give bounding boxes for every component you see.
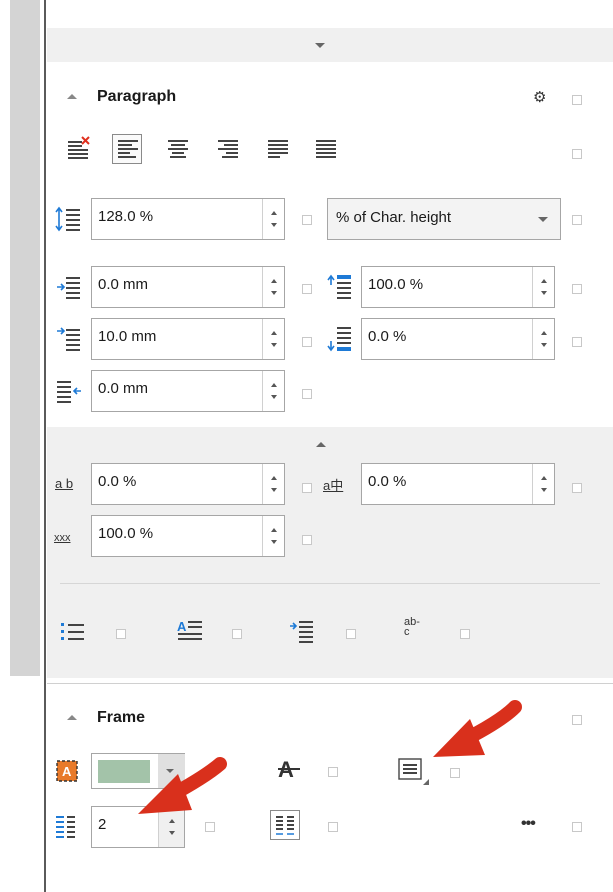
distribute-button[interactable] [314,137,342,165]
spacing-above-spinbox[interactable]: 100.0 % [361,266,555,308]
indent-before-checkbox[interactable] [302,284,312,294]
text-outline-icon[interactable]: A [276,756,302,786]
indent-after-checkbox[interactable] [302,389,312,399]
column-spacing-checkbox[interactable] [328,822,338,832]
collapse-paragraph-icon[interactable] [67,94,77,99]
drop-caps-checkbox[interactable] [232,629,242,639]
char-scale-icon: xxx [54,528,71,545]
tab-indent-icon[interactable] [289,618,317,648]
hyphenation-glyph-bottom: c [404,626,410,638]
indent-after-spinbox[interactable]: 0.0 mm [91,370,285,412]
justify-button[interactable] [266,137,294,165]
align-left-button[interactable] [112,134,142,164]
indent-after-value[interactable]: 0.0 mm [98,380,148,397]
columns-value[interactable]: 2 [98,816,106,833]
indent-after-icon [55,379,85,409]
align-center-button[interactable] [166,137,194,165]
drop-caps-icon[interactable]: A [176,618,206,648]
char-scale-value[interactable]: 100.0 % [98,525,153,542]
section-separator [60,583,600,584]
align-right-button[interactable] [216,137,244,165]
collapsed-section-bar[interactable] [47,28,613,62]
bullet-list-icon[interactable] [60,620,86,648]
no-alignment-icon[interactable] [66,136,94,164]
hyphenation-checkbox[interactable] [460,629,470,639]
column-spacing-icon[interactable] [270,810,300,840]
frame-fill-icon: A [56,760,78,786]
vertical-scrollbar[interactable] [10,0,40,676]
indent-before-spinbox[interactable]: 0.0 mm [91,266,285,308]
alignment-checkbox[interactable] [572,149,582,159]
indent-before-icon [55,275,85,305]
char-spacing-asian-checkbox[interactable] [572,483,582,493]
more-options-checkbox[interactable] [572,822,582,832]
frame-more-checkbox[interactable] [572,715,582,725]
line-spacing-value[interactable]: 128.0 % [98,208,153,225]
line-spacing-unit-value: % of Char. height [336,209,452,226]
spacing-above-icon [323,273,355,305]
columns-icon [55,814,77,844]
first-line-indent-icon [55,327,85,357]
line-spacing-icon [55,205,85,239]
char-scale-spinbox[interactable]: 100.0 % [91,515,285,557]
spacing-below-spinbox[interactable]: 0.0 % [361,318,555,360]
bullet-list-checkbox[interactable] [116,629,126,639]
paragraph-more-checkbox[interactable] [572,95,582,105]
expand-down-icon[interactable] [315,43,325,48]
spacing-above-value[interactable]: 100.0 % [368,276,423,293]
char-spacing-glyph: a b [55,476,74,491]
line-spacing-unit-checkbox[interactable] [572,215,582,225]
chevron-down-icon[interactable] [538,217,548,222]
svg-text:A: A [177,619,187,634]
tab-indent-checkbox[interactable] [346,629,356,639]
svg-text:A: A [62,764,72,779]
spacing-above-checkbox[interactable] [572,284,582,294]
line-spacing-unit-select[interactable]: % of Char. height [327,198,561,240]
char-spacing-asian-icon: a中 [323,475,361,494]
more-options-button[interactable]: ••• [521,815,536,833]
panel-rule [47,683,613,684]
char-spacing-asian-spinbox[interactable]: 0.0 % [361,463,555,505]
collapse-up-icon[interactable] [316,442,326,447]
char-spacing-value[interactable]: 0.0 % [98,473,136,490]
hyphenation-icon[interactable]: ab- c [404,617,420,638]
gear-icon[interactable]: ⚙ [533,88,546,106]
annotation-arrow-frame-properties [425,697,525,771]
char-spacing-asian-value[interactable]: 0.0 % [368,473,406,490]
frame-section-title: Frame [97,709,146,726]
line-spacing-checkbox[interactable] [302,215,312,225]
char-scale-checkbox[interactable] [302,535,312,545]
paragraph-section-title: Paragraph [97,88,177,105]
annotation-arrow-columns [130,752,230,826]
first-line-indent-checkbox[interactable] [302,337,312,347]
char-scale-glyph: xxx [54,532,71,544]
collapse-frame-icon[interactable] [67,715,77,720]
char-spacing-checkbox[interactable] [302,483,312,493]
spacing-below-value[interactable]: 0.0 % [368,328,406,345]
first-line-indent-value[interactable]: 10.0 mm [98,328,156,345]
text-outline-checkbox[interactable] [328,767,338,777]
char-spacing-icon: a b [55,475,91,492]
indent-before-value[interactable]: 0.0 mm [98,276,148,293]
panel-divider [44,0,46,892]
line-spacing-spinbox[interactable]: 128.0 % [91,198,285,240]
first-line-indent-spinbox[interactable]: 10.0 mm [91,318,285,360]
char-spacing-asian-glyph: a中 [323,478,344,493]
spacing-below-checkbox[interactable] [572,337,582,347]
spacing-below-icon [323,325,355,357]
char-spacing-spinbox[interactable]: 0.0 % [91,463,285,505]
